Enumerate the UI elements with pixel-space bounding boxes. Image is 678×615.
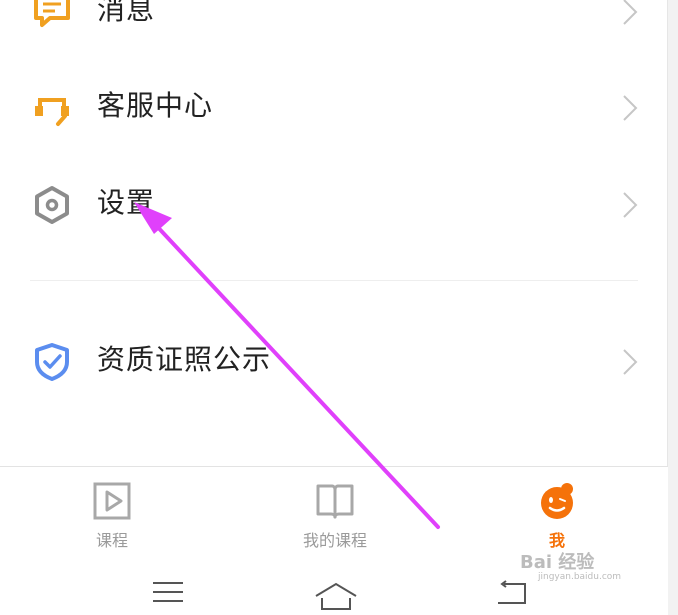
watermark-text: Bai 经验 (520, 552, 595, 573)
home-icon[interactable] (314, 582, 358, 612)
chevron-right-icon (623, 349, 638, 375)
message-icon (34, 0, 70, 27)
book-icon (316, 484, 354, 519)
tab-me[interactable]: 我 (497, 481, 617, 551)
menu-item-settings[interactable]: 设置 (0, 155, 668, 251)
tab-label: 我的课程 (302, 531, 367, 550)
tab-my-courses[interactable]: 我的课程 (275, 481, 395, 551)
menu-item-label: 资质证照公示 (97, 343, 272, 376)
menu-icon[interactable] (152, 580, 184, 604)
menu-item-label: 消息 (97, 0, 156, 26)
settings-hexagon-icon (35, 186, 69, 224)
section-divider (30, 280, 638, 281)
chevron-right-icon (623, 95, 638, 121)
tab-label: 课程 (95, 531, 128, 550)
right-scroll-edge (667, 0, 678, 615)
menu-item-customer-service[interactable]: 客服中心 (0, 58, 668, 154)
chevron-right-icon (623, 0, 638, 25)
menu-item-messages[interactable]: 消息 (0, 0, 668, 58)
shield-check-icon (35, 343, 69, 381)
menu-item-license[interactable]: 资质证照公示 (0, 312, 668, 408)
mascot-icon (541, 483, 573, 519)
baidu-jingyan-watermark: Bai 经验 jingyan.baidu.com (520, 548, 621, 582)
back-icon[interactable] (494, 580, 528, 606)
headset-icon (35, 98, 69, 126)
watermark-subtext: jingyan.baidu.com (538, 572, 622, 582)
chevron-right-icon (623, 192, 638, 218)
play-icon (93, 482, 131, 520)
menu-item-label: 客服中心 (97, 89, 214, 122)
menu-item-label: 设置 (97, 186, 156, 219)
tab-courses[interactable]: 课程 (52, 481, 172, 551)
